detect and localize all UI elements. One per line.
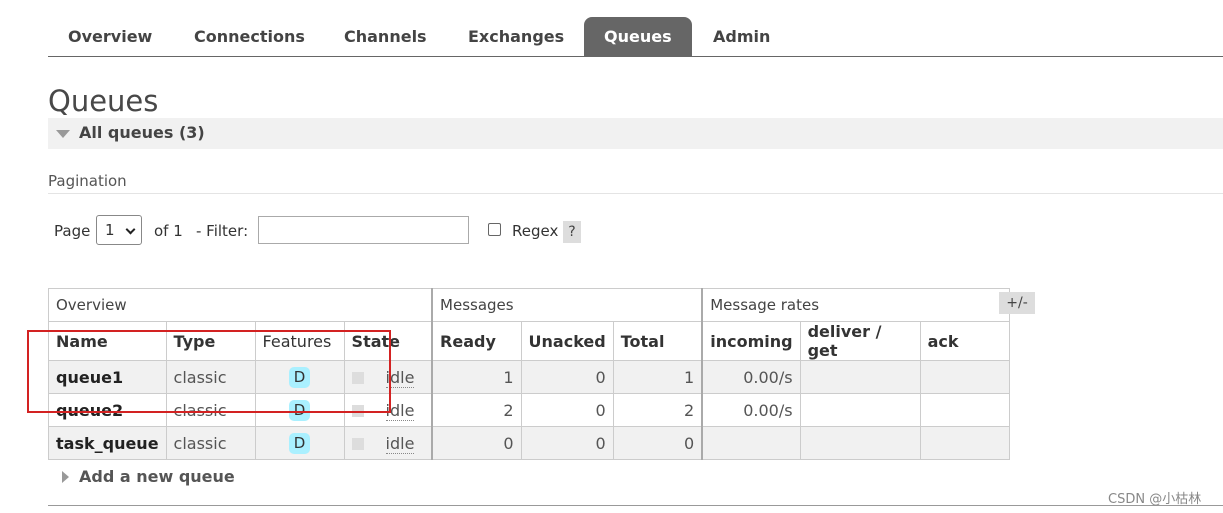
incoming-rate: 0.00/s — [701, 393, 801, 427]
filter-input[interactable] — [258, 216, 469, 244]
tab-admin[interactable]: Admin — [693, 17, 790, 56]
ack-rate — [919, 426, 1010, 460]
tab-queues[interactable]: Queues — [584, 17, 692, 56]
regex-help-button[interactable]: ? — [563, 221, 581, 243]
page-count-label: of 1 — [154, 222, 183, 240]
column-header-unacked[interactable]: Unacked — [520, 321, 614, 361]
state-cell: idle — [343, 426, 433, 460]
incoming-rate: 0.00/s — [701, 360, 801, 394]
deliver-get-rate — [799, 360, 921, 394]
page-select[interactable]: 1 — [96, 215, 142, 245]
state-square-icon — [351, 371, 364, 384]
add-queue-label: Add a new queue — [79, 467, 235, 486]
pagination-heading: Pagination — [48, 172, 127, 190]
column-header-type[interactable]: Type — [165, 321, 256, 361]
queue-type: classic — [165, 360, 256, 394]
collapse-triangle-icon — [56, 130, 70, 138]
tab-overview[interactable]: Overview — [48, 17, 172, 56]
features-cell: D — [254, 426, 345, 460]
incoming-rate — [701, 426, 801, 460]
regex-checkbox[interactable] — [488, 223, 501, 236]
filter-label: - Filter: — [196, 222, 249, 240]
column-header-name[interactable]: Name — [48, 321, 167, 361]
bottom-divider — [48, 505, 1223, 506]
column-header-incoming[interactable]: incoming — [701, 321, 801, 361]
section-title: All queues (3) — [79, 123, 205, 142]
queue-name-link[interactable]: queue1 — [48, 360, 167, 394]
table-row: task_queue classic D idle 0 0 0 — [48, 426, 1010, 460]
state-square-icon — [351, 404, 364, 417]
state-cell: idle — [343, 393, 433, 427]
ready-count: 0 — [431, 426, 522, 460]
state-cell: idle — [343, 360, 433, 394]
page-select-value: 1 — [105, 221, 115, 239]
group-header-message-rates: Message rates — [701, 288, 1010, 322]
column-header-ready[interactable]: Ready — [431, 321, 522, 361]
ready-count: 2 — [431, 393, 522, 427]
tab-channels[interactable]: Channels — [324, 17, 447, 56]
column-header-features: Features — [254, 321, 345, 361]
deliver-get-rate — [799, 393, 921, 427]
durable-badge: D — [289, 399, 311, 421]
features-cell: D — [254, 360, 345, 394]
tab-connections[interactable]: Connections — [174, 17, 325, 56]
expand-triangle-icon — [62, 471, 69, 483]
features-cell: D — [254, 393, 345, 427]
durable-badge: D — [289, 366, 311, 388]
queue-state: idle — [385, 433, 415, 454]
unacked-count: 0 — [520, 360, 614, 394]
queue-name-link[interactable]: task_queue — [48, 426, 167, 460]
regex-label: Regex — [512, 222, 559, 240]
column-header-ack[interactable]: ack — [919, 321, 1010, 361]
table-row: queue1 classic D idle 1 0 1 0.00/s — [48, 360, 1010, 394]
deliver-get-rate — [799, 426, 921, 460]
total-count: 2 — [612, 393, 703, 427]
table-row: queue2 classic D idle 2 0 2 0.00/s — [48, 393, 1010, 427]
watermark: CSDN @小枯林 — [1108, 492, 1202, 507]
unacked-count: 0 — [520, 426, 614, 460]
column-header-deliver-get[interactable]: deliver / get — [799, 321, 921, 361]
durable-badge: D — [289, 432, 311, 454]
queues-table: Overview Messages Message rates Name Typ… — [48, 288, 1010, 460]
all-queues-section-toggle[interactable]: All queues (3) — [48, 118, 1223, 149]
page-label: Page — [54, 222, 91, 240]
queue-state: idle — [385, 367, 415, 388]
column-header-total[interactable]: Total — [612, 321, 703, 361]
chevron-down-icon — [125, 224, 136, 235]
pagination-divider — [48, 193, 1223, 194]
tab-exchanges[interactable]: Exchanges — [448, 17, 584, 56]
unacked-count: 0 — [520, 393, 614, 427]
ack-rate — [919, 360, 1010, 394]
group-header-messages: Messages — [431, 288, 703, 322]
page-title: Queues — [48, 84, 159, 118]
total-count: 0 — [612, 426, 703, 460]
queue-state: idle — [385, 400, 415, 421]
queue-type: classic — [165, 393, 256, 427]
main-nav-tabs: Overview Connections Channels Exchanges … — [48, 17, 1223, 57]
total-count: 1 — [612, 360, 703, 394]
state-square-icon — [351, 437, 364, 450]
ready-count: 1 — [431, 360, 522, 394]
queue-type: classic — [165, 426, 256, 460]
column-header-state[interactable]: State — [343, 321, 433, 361]
group-header-overview: Overview — [48, 288, 433, 322]
queue-name-link[interactable]: queue2 — [48, 393, 167, 427]
toggle-columns-button[interactable]: +/- — [999, 292, 1035, 314]
ack-rate — [919, 393, 1010, 427]
